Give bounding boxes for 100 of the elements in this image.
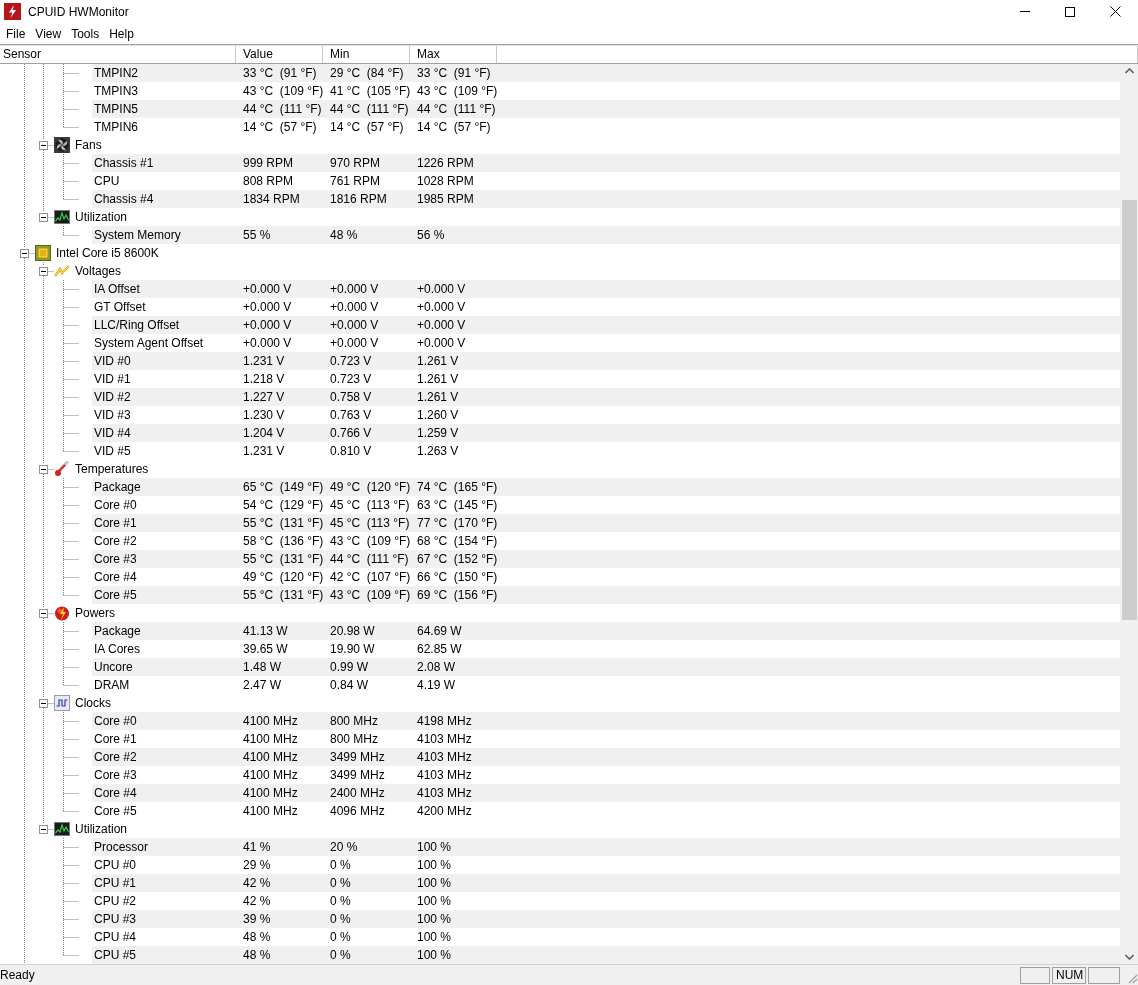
- sensor-min: 0.723 V: [330, 354, 372, 368]
- sensor-name: Core #3: [94, 768, 137, 782]
- sensor-value: 1.227 V: [243, 390, 285, 404]
- sensor-name: Core #1: [94, 516, 137, 530]
- sensor-min: 0 %: [330, 894, 351, 908]
- sensor-value: 55 %: [243, 228, 271, 242]
- sensor-min: 761 RPM: [330, 174, 381, 188]
- expand-toggle[interactable]: [39, 824, 48, 834]
- resize-grip-icon[interactable]: [1126, 972, 1138, 984]
- group-name: Utilization: [75, 209, 128, 226]
- expand-toggle[interactable]: [39, 608, 48, 618]
- app-logo-icon: [4, 3, 21, 20]
- sensor-value: 14 °C (57 °F): [243, 120, 317, 134]
- scrollbar[interactable]: [1120, 64, 1138, 964]
- menu-item[interactable]: Help: [105, 23, 138, 44]
- group-name: Fans: [75, 137, 102, 154]
- tree-connector: [24, 82, 79, 100]
- tree-connector: [24, 532, 79, 550]
- sensor-value: 43 °C (109 °F): [243, 84, 324, 98]
- sensor-max: 63 °C (145 °F): [417, 498, 498, 512]
- thermometer-icon: [54, 461, 70, 477]
- sensor-min: 800 MHz: [330, 714, 379, 728]
- tree-connector: [24, 658, 79, 676]
- sensor-max: 4103 MHz: [417, 732, 472, 746]
- sensor-name: VID #1: [94, 372, 131, 386]
- tree-connector: [24, 424, 79, 442]
- sensor-max: 100 %: [417, 858, 452, 872]
- sensor-name: System Memory: [94, 228, 181, 242]
- sensor-max: 74 °C (165 °F): [417, 480, 498, 494]
- expand-toggle[interactable]: [20, 248, 29, 258]
- sensor-name: Core #3: [94, 552, 137, 566]
- sensor-name: TMPIN2: [94, 66, 138, 80]
- sensor-max: 64.69 W: [417, 624, 462, 638]
- sensor-name: Core #4: [94, 570, 137, 584]
- tree-connector: [24, 550, 79, 568]
- status-panel: [1020, 966, 1050, 984]
- sensor-value: 1.218 V: [243, 372, 285, 386]
- sensor-name: VID #3: [94, 408, 131, 422]
- sensor-min: 44 °C (111 °F): [330, 552, 409, 566]
- column-header[interactable]: Max: [410, 46, 497, 63]
- expand-toggle[interactable]: [39, 698, 48, 708]
- sensor-value: 1.48 W: [243, 660, 281, 674]
- sensor-value: 55 °C (131 °F): [243, 552, 324, 566]
- menu-item[interactable]: File: [2, 23, 30, 44]
- sensor-name: IA Cores: [94, 642, 141, 656]
- sensor-value: 42 %: [243, 876, 271, 890]
- sensor-min: 44 °C (111 °F): [330, 102, 409, 116]
- sensor-value: 4100 MHz: [243, 786, 298, 800]
- sensor-value: 1834 RPM: [243, 192, 300, 206]
- sensor-name: LLC/Ring Offset: [94, 318, 180, 332]
- expand-toggle[interactable]: [39, 464, 48, 474]
- column-header[interactable]: Sensor: [0, 46, 236, 63]
- tree-connector: [24, 784, 79, 802]
- sensor-name: VID #5: [94, 444, 131, 458]
- menu-item[interactable]: View: [31, 23, 66, 44]
- sensor-value: 55 °C (131 °F): [243, 588, 324, 602]
- line-graph-icon: [54, 821, 70, 837]
- sensor-value: 1.230 V: [243, 408, 285, 422]
- sensor-value: 39 %: [243, 912, 271, 926]
- sensor-name: System Agent Offset: [94, 336, 204, 350]
- tree-connector: [24, 766, 79, 784]
- expand-toggle[interactable]: [39, 140, 48, 150]
- sensor-min: 20.98 W: [330, 624, 375, 638]
- sensor-max: 62.85 W: [417, 642, 462, 656]
- sensor-value: 41 %: [243, 840, 271, 854]
- scrollbar-thumb[interactable]: [1121, 200, 1137, 620]
- sensor-value: 4100 MHz: [243, 714, 298, 728]
- sensor-value: 48 %: [243, 948, 271, 962]
- sensor-min: 43 °C (109 °F): [330, 534, 411, 548]
- sensor-name: Core #2: [94, 534, 137, 548]
- sensor-max: 100 %: [417, 840, 452, 854]
- tree-connector: [24, 568, 79, 586]
- expand-toggle[interactable]: [39, 212, 48, 222]
- sensor-name: TMPIN3: [94, 84, 138, 98]
- sensor-min: +0.000 V: [330, 282, 379, 296]
- column-header[interactable]: Value: [236, 46, 323, 63]
- status-text: Ready: [0, 967, 35, 984]
- sensor-min: 42 °C (107 °F): [330, 570, 411, 584]
- sensor-max: 100 %: [417, 876, 452, 890]
- sensor-name: Core #4: [94, 786, 137, 800]
- chip-icon: [35, 245, 51, 261]
- menu-item[interactable]: Tools: [67, 23, 104, 44]
- sensor-max: 4103 MHz: [417, 750, 472, 764]
- sensor-max: +0.000 V: [417, 318, 466, 332]
- sensor-name: Uncore: [94, 660, 133, 674]
- sensor-min: 49 °C (120 °F): [330, 480, 411, 494]
- sensor-max: 4200 MHz: [417, 804, 472, 818]
- sensor-value: 1.204 V: [243, 426, 285, 440]
- sensor-value: 42 %: [243, 894, 271, 908]
- tree-connector: [24, 892, 79, 910]
- sensor-name: Chassis #1: [94, 156, 154, 170]
- tree-connector: [24, 370, 79, 388]
- sensor-min: 0.723 V: [330, 372, 372, 386]
- sensor-min: 0.84 W: [330, 678, 368, 692]
- column-header[interactable]: Min: [323, 46, 410, 63]
- expand-toggle[interactable]: [39, 266, 48, 276]
- sensor-name: CPU: [94, 174, 120, 188]
- group-name: Voltages: [75, 263, 122, 280]
- tree-connector: [24, 514, 79, 532]
- group-name: Utilization: [75, 821, 128, 838]
